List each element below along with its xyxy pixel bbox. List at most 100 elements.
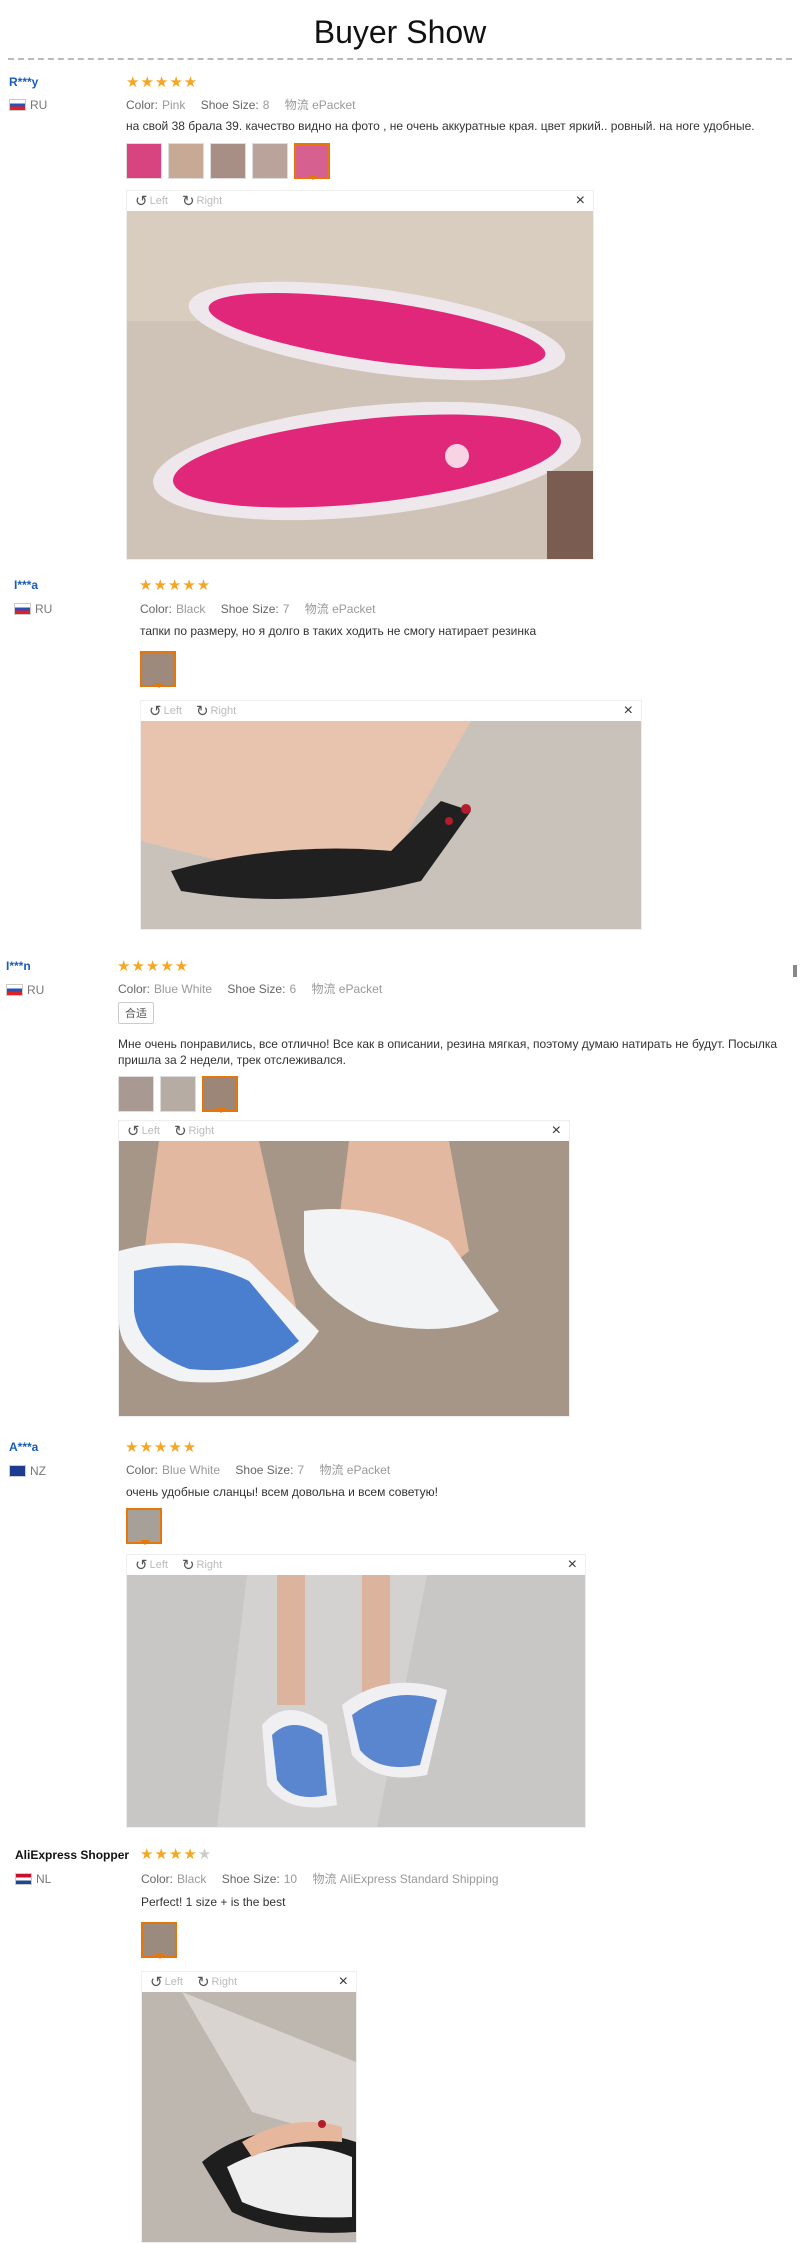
viewer-toolbar: ↺ Left ↻ Right — [142, 1972, 356, 1992]
rotate-left-button[interactable]: ↺ Left — [127, 1122, 160, 1140]
thumbnail[interactable] — [168, 143, 204, 179]
star-rating: ★★★★★ — [139, 577, 212, 594]
close-icon[interactable]: × — [552, 1122, 561, 1140]
thumbnail-strip — [140, 651, 176, 688]
viewer-toolbar: ↺ Left ↻ Right — [127, 1555, 585, 1575]
rotate-left-button[interactable]: ↺ Left — [135, 1556, 168, 1574]
flag-ru-icon — [6, 984, 23, 996]
review-text: очень удобные сланцы! всем довольна и вс… — [126, 1485, 438, 1499]
rotate-left-icon: ↺ — [149, 703, 162, 720]
star-rating: ★★★★★ — [126, 74, 199, 91]
rotate-right-button[interactable]: ↻ Right — [197, 1973, 237, 1991]
close-icon[interactable]: × — [624, 702, 633, 720]
image-viewer: ↺ Left ↻ Right × — [140, 700, 642, 930]
image-viewer: ↺ Left ↻ Right × — [118, 1120, 570, 1417]
viewer-toolbar: ↺ Left ↻ Right — [119, 1121, 569, 1141]
review-meta: Color: Black Shoe Size: 7 物流 ePacket — [140, 602, 376, 616]
size-value: 7 — [297, 1463, 305, 1477]
rotate-left-icon: ↺ — [127, 1123, 140, 1140]
color-value: Pink — [162, 98, 186, 112]
buyer-name[interactable]: A***a — [9, 1440, 38, 1454]
star-rating: ★★★★★ — [117, 958, 190, 975]
viewer-toolbar: ↺ Left ↻ Right — [127, 191, 593, 211]
thumbnail-selected[interactable] — [126, 1508, 162, 1545]
buyer-country: RU — [14, 602, 52, 616]
rotate-left-button[interactable]: ↺ Left — [150, 1973, 183, 1991]
thumbnail-strip — [118, 1076, 238, 1113]
rotate-right-icon: ↻ — [196, 1974, 210, 1991]
review-text: Мне очень понравились, все отлично! Все … — [118, 1037, 778, 1067]
color-value: Blue White — [154, 982, 213, 996]
review-photo — [142, 1992, 356, 2242]
review-meta: Color: Pink Shoe Size: 8 物流 ePacket — [126, 98, 356, 112]
buyer-name[interactable]: I***a — [14, 578, 38, 592]
buyer-country: NZ — [9, 1464, 46, 1478]
rotate-left-button[interactable]: ↺ Left — [149, 702, 182, 720]
rotate-right-button[interactable]: ↻ Right — [196, 702, 236, 720]
rotate-right-button[interactable]: ↻ Right — [174, 1122, 214, 1140]
close-icon[interactable]: × — [568, 1556, 577, 1574]
buyer-name[interactable]: R***y — [9, 75, 38, 89]
scrollbar-thumb[interactable] — [793, 965, 797, 977]
shipping-value: 物流 AliExpress Standard Shipping — [312, 1872, 499, 1886]
shipping-value: 物流 ePacket — [319, 1463, 391, 1477]
buyer-name[interactable]: AliExpress Shopper — [15, 1848, 129, 1862]
viewer-toolbar: ↺ Left ↻ Right — [141, 701, 641, 721]
thumbnail[interactable] — [126, 143, 162, 179]
thumbnail[interactable] — [252, 143, 288, 179]
review-text: на свой 38 брала 39. качество видно на ф… — [126, 119, 755, 133]
review-meta: Color: Blue White Shoe Size: 7 物流 ePacket — [126, 1463, 391, 1477]
flag-ru-icon — [9, 99, 26, 111]
rotate-left-icon: ↺ — [135, 1557, 148, 1574]
review-photo — [119, 1141, 569, 1416]
rotate-right-button[interactable]: ↻ Right — [182, 192, 222, 210]
size-value: 6 — [289, 982, 297, 996]
thumbnail-selected[interactable] — [294, 143, 330, 180]
image-viewer: ↺ Left ↻ Right × — [126, 1554, 586, 1828]
star-rating: ★★★★★ — [125, 1439, 198, 1456]
flag-nz-icon — [9, 1465, 26, 1477]
star-rating: ★★★★★ — [140, 1846, 213, 1863]
thumbnail-selected[interactable] — [140, 651, 176, 688]
buyer-name[interactable]: I***n — [6, 959, 31, 973]
color-value: Black — [176, 602, 206, 616]
thumbnail-selected[interactable] — [141, 1922, 177, 1959]
thumbnail[interactable] — [118, 1076, 154, 1112]
flag-ru-icon — [14, 603, 31, 615]
review-tag: 合适 — [118, 1002, 154, 1024]
size-value: 8 — [262, 98, 270, 112]
thumbnail[interactable] — [160, 1076, 196, 1112]
rotate-left-button[interactable]: ↺ Left — [135, 192, 168, 210]
thumbnail-selected[interactable] — [202, 1076, 238, 1113]
rotate-left-icon: ↺ — [150, 1974, 163, 1991]
close-icon[interactable]: × — [576, 192, 585, 210]
image-viewer: ↺ Left ↻ Right × — [141, 1971, 357, 2243]
thumbnail-strip — [126, 143, 330, 180]
review-photo — [127, 1575, 585, 1827]
image-viewer: ↺ Left ↻ Right × — [126, 190, 594, 560]
size-value: 10 — [283, 1872, 298, 1886]
rotate-left-icon: ↺ — [135, 193, 148, 210]
close-icon[interactable]: × — [339, 1973, 348, 1991]
flag-nl-icon — [15, 1873, 32, 1885]
review-text: тапки по размеру, но я долго в таких ход… — [140, 624, 537, 638]
thumbnail-strip — [141, 1922, 177, 1959]
rotate-right-icon: ↻ — [181, 193, 195, 210]
color-value: Blue White — [162, 1463, 221, 1477]
rotate-right-icon: ↻ — [181, 1557, 195, 1574]
shipping-value: 物流 ePacket — [284, 98, 356, 112]
thumbnail-strip — [126, 1508, 162, 1545]
review-photo — [127, 211, 593, 559]
review-text: Perfect! 1 size + is the best — [141, 1895, 286, 1909]
page-title: Buyer Show — [313, 14, 487, 50]
size-value: 7 — [282, 602, 290, 616]
rotate-right-button[interactable]: ↻ Right — [182, 1556, 222, 1574]
review-meta: Color: Black Shoe Size: 10 物流 AliExpress S… — [141, 1872, 499, 1886]
review-meta: Color: Blue White Shoe Size: 6 物流 ePacket — [118, 982, 383, 996]
shipping-value: 物流 ePacket — [304, 602, 376, 616]
thumbnail[interactable] — [210, 143, 246, 179]
rotate-right-icon: ↻ — [173, 1123, 187, 1140]
color-value: Black — [177, 1872, 207, 1886]
rotate-right-icon: ↻ — [195, 703, 209, 720]
review-photo — [141, 721, 641, 929]
